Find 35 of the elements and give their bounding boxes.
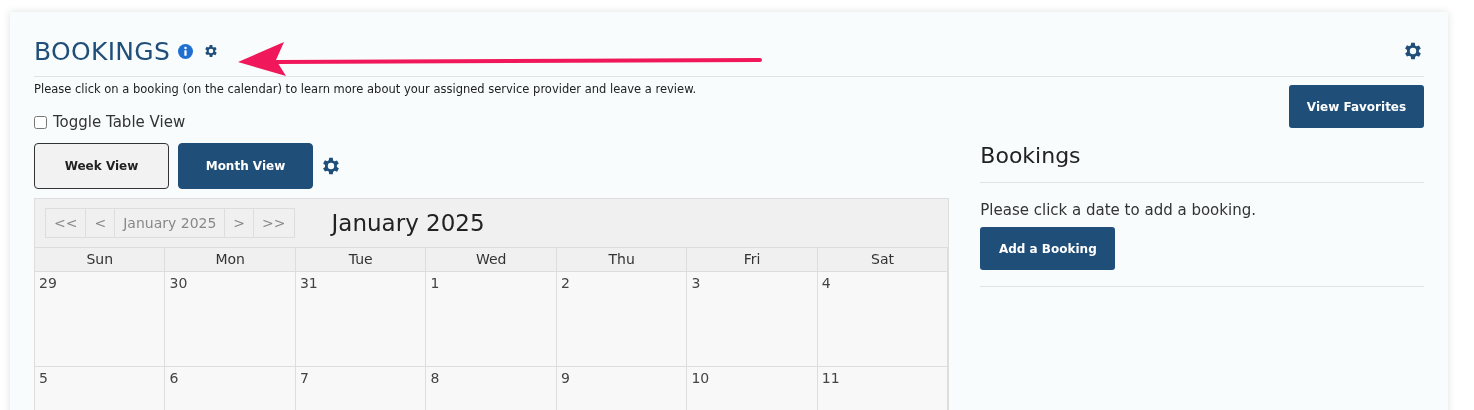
weekday-header: Mon [165, 247, 296, 271]
hint-text: Please click a date to add a booking. [980, 201, 1257, 219]
day-cell[interactable]: 8 [426, 366, 557, 410]
settings-icon[interactable] [1402, 40, 1424, 62]
day-cell[interactable]: 7 [295, 366, 427, 410]
weekday-header: Sun [35, 247, 166, 271]
weekday-header: Sat [817, 247, 949, 271]
weekday-header: Thu [556, 247, 688, 271]
day-cell[interactable]: 30 [165, 271, 296, 366]
day-cell[interactable]: 3 [687, 271, 818, 366]
section-heading: Bookings [980, 143, 1424, 183]
table-view-checkbox[interactable] [34, 115, 47, 129]
view-favorites-button[interactable]: View Favorites [1289, 85, 1424, 128]
info-icon[interactable] [178, 43, 194, 59]
month-title: January 2025 [331, 210, 485, 236]
day-cell[interactable]: 4 [817, 271, 949, 366]
day-cell[interactable]: 10 [687, 366, 818, 410]
checkbox-label[interactable]: Toggle Table View [53, 113, 186, 131]
weekday-header: Tue [295, 247, 427, 271]
weekday-header: Fri [687, 247, 818, 271]
day-cell[interactable]: 31 [295, 271, 427, 366]
view-tab[interactable]: Month View [178, 143, 313, 189]
weekday-header: Wed [426, 247, 557, 271]
day-cell[interactable]: 6 [165, 366, 296, 410]
day-cell[interactable]: 11 [817, 366, 949, 410]
day-cell[interactable]: 2 [556, 271, 688, 366]
day-cell[interactable]: 5 [35, 366, 166, 410]
day-cell[interactable]: 29 [35, 271, 166, 366]
add-booking-button[interactable]: Add a Booking [980, 227, 1116, 270]
day-cell[interactable]: 1 [426, 271, 557, 366]
day-cell[interactable]: 9 [556, 366, 688, 410]
page-title: BOOKINGS [34, 36, 171, 66]
view-tab[interactable]: Week View [34, 143, 169, 189]
settings-icon[interactable] [320, 155, 342, 177]
instructions-text: Please click on a booking (on the calendar) to learn more about your assigned service provider and leave a review. [34, 82, 697, 96]
